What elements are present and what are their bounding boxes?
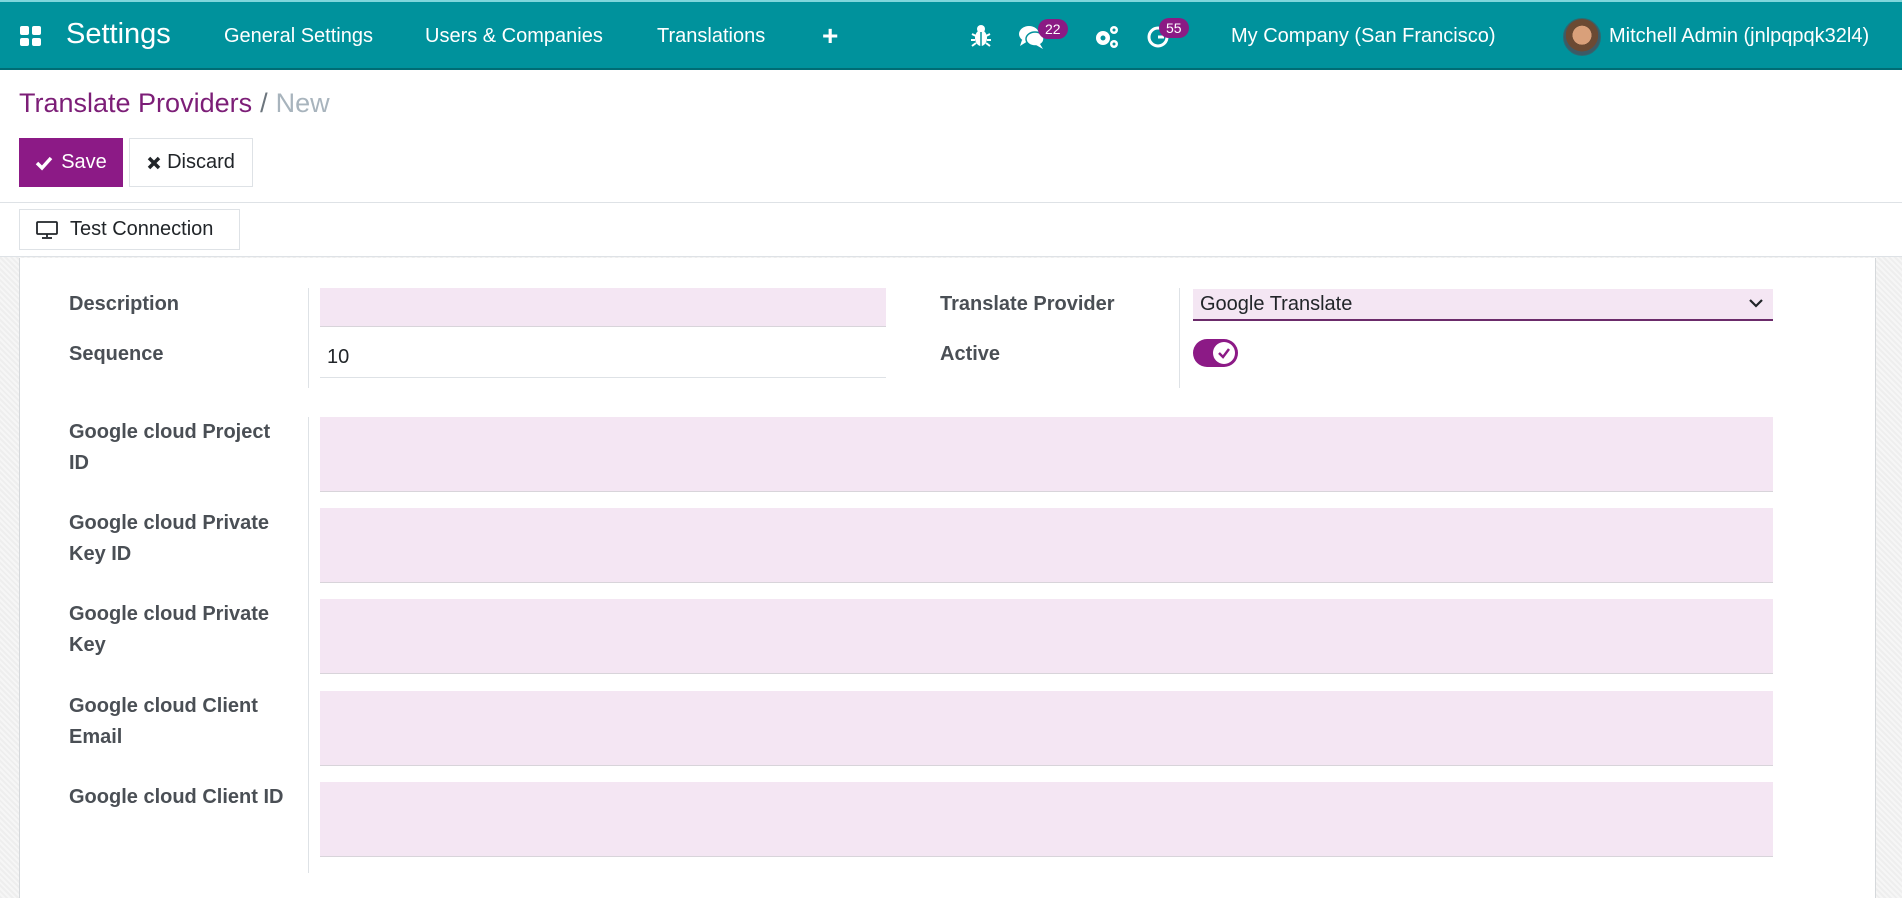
user-avatar[interactable]: [1563, 18, 1601, 56]
chevron-down-icon: [1749, 295, 1763, 311]
private-key-id-input[interactable]: [320, 508, 1773, 583]
plus-icon[interactable]: +: [822, 20, 838, 52]
app-title[interactable]: Settings: [66, 18, 171, 51]
client-email-input[interactable]: [320, 691, 1773, 766]
user-menu[interactable]: Mitchell Admin (jnlpqpqk32l4): [1609, 25, 1869, 48]
save-label: Save: [61, 151, 107, 173]
translate-provider-select[interactable]: Google Translate: [1193, 289, 1773, 321]
menu-translations[interactable]: Translations: [657, 25, 765, 48]
menu-users-companies[interactable]: Users & Companies: [425, 25, 603, 48]
sequence-value: 10: [327, 346, 350, 368]
discard-label: Discard: [167, 151, 235, 173]
client-id-input[interactable]: [320, 782, 1773, 857]
private-key-input[interactable]: [320, 599, 1773, 674]
breadcrumb: Translate Providers / New: [19, 88, 330, 119]
private-key-id-label: Google cloud Private Key ID: [69, 512, 270, 565]
project-id-label: Google cloud Project ID: [69, 421, 271, 474]
active-toggle[interactable]: [1193, 339, 1238, 367]
breadcrumb-separator: /: [260, 88, 268, 118]
description-label: Description: [69, 293, 180, 315]
left-group-separator: [308, 288, 309, 388]
company-switcher[interactable]: My Company (San Francisco): [1231, 25, 1496, 48]
save-button[interactable]: Save: [19, 138, 123, 187]
breadcrumb-current: New: [275, 88, 330, 118]
discard-button[interactable]: Discard: [129, 138, 253, 187]
translate-provider-value: Google Translate: [1200, 293, 1353, 315]
test-connection-label: Test Connection: [70, 218, 214, 240]
monitor-icon: [36, 220, 58, 239]
right-group-separator: [1179, 288, 1180, 388]
test-connection-button[interactable]: Test Connection: [19, 209, 240, 250]
activities-badge: 55: [1159, 18, 1189, 38]
close-icon: [147, 156, 161, 169]
menu-general-settings[interactable]: General Settings: [224, 25, 373, 48]
client-id-label: Google cloud Client ID: [69, 786, 284, 808]
google-group-separator: [308, 417, 309, 873]
apps-grid-icon[interactable]: [20, 26, 42, 46]
messages-badge: 22: [1038, 19, 1068, 39]
breadcrumb-parent[interactable]: Translate Providers: [19, 88, 252, 118]
bug-icon[interactable]: [970, 24, 992, 53]
sequence-input[interactable]: 10: [320, 338, 886, 378]
control-panel-divider: [0, 202, 1902, 203]
description-input[interactable]: [320, 288, 886, 327]
gears-icon[interactable]: [1094, 24, 1120, 55]
project-id-input[interactable]: [320, 417, 1773, 492]
translate-provider-label: Translate Provider: [940, 293, 1115, 315]
sequence-label: Sequence: [69, 343, 164, 365]
client-email-label: Google cloud Client Email: [69, 695, 258, 748]
check-icon: [35, 156, 53, 171]
top-navbar: Settings General Settings Users & Compan…: [0, 0, 1902, 70]
active-label: Active: [940, 343, 1001, 365]
toggle-check-icon: [1213, 342, 1235, 364]
private-key-label: Google cloud Private Key: [69, 603, 270, 656]
